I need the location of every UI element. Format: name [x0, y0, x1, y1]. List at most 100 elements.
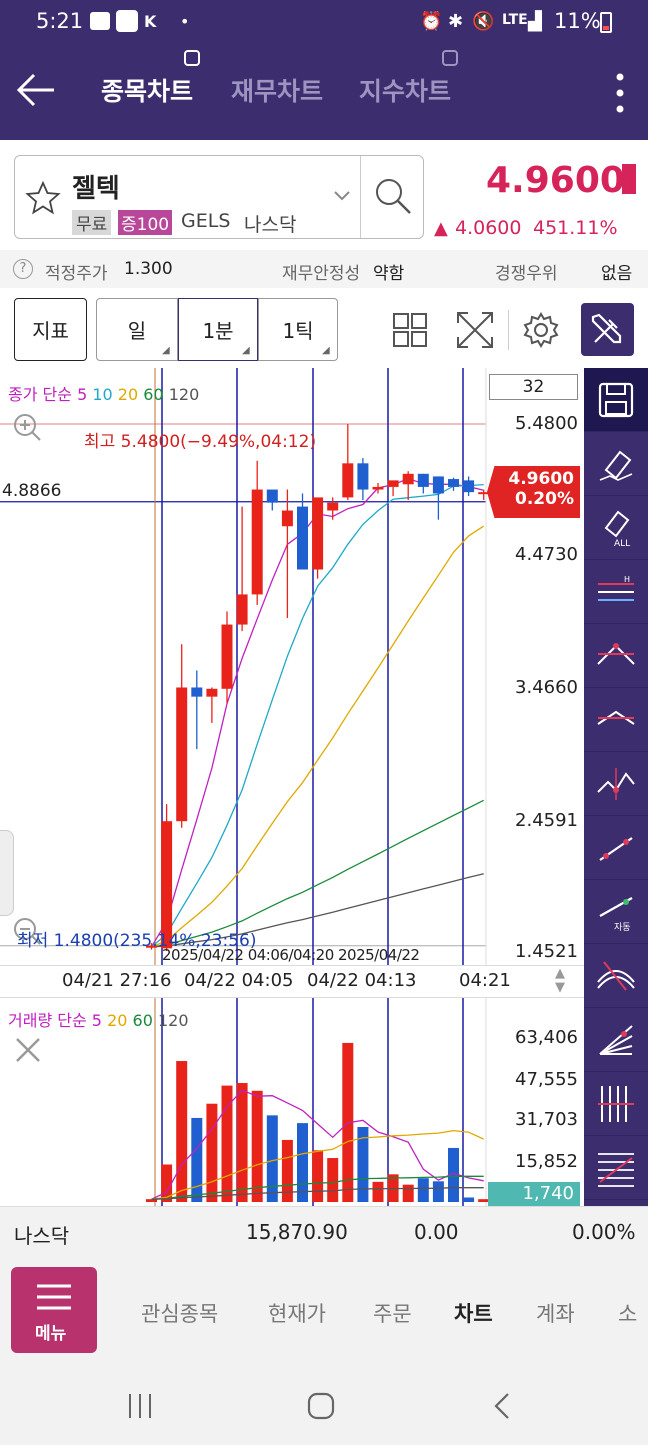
- eraser-button[interactable]: [584, 432, 648, 496]
- vol-ma20-label: 20: [107, 1011, 128, 1030]
- nav-order[interactable]: 주문: [373, 1298, 412, 1328]
- candle-body: [357, 463, 369, 490]
- fair-price-value: 1.300: [124, 259, 173, 279]
- help-icon[interactable]: ?: [13, 259, 33, 279]
- volume-legend: 거래량 단순 5 20 60 120: [8, 1007, 189, 1031]
- search-icon[interactable]: [373, 176, 413, 216]
- ma-legend: 종가 단순 5 10 20 60 120: [8, 381, 199, 405]
- svg-text:ALL: ALL: [614, 539, 630, 548]
- horizontal-lines-button[interactable]: [584, 1136, 648, 1200]
- nav-account[interactable]: 계좌: [536, 1298, 575, 1328]
- price-bar-marker: [622, 164, 636, 194]
- vol-ma120-label: 120: [157, 1011, 189, 1030]
- candle-body: [432, 476, 444, 494]
- back-icon[interactable]: [492, 1392, 512, 1420]
- trendline-button[interactable]: [584, 816, 648, 880]
- x-axis: 04/21 27:16 04/22 04:05 04/22 04:13 04:2…: [0, 965, 584, 998]
- auto-trendline-button[interactable]: 자동: [584, 880, 648, 944]
- ma5-label: 5: [77, 385, 88, 404]
- tab-stock-chart[interactable]: 종목차트: [101, 72, 193, 108]
- volume-bar: [191, 1117, 203, 1202]
- current-price-pct: 0.20%: [515, 489, 574, 509]
- index-strip[interactable]: 나스닥 15,870.90 0.00 0.00%: [0, 1206, 648, 1258]
- candle-body: [221, 624, 233, 689]
- tab-financial-chart[interactable]: 재무차트: [231, 72, 323, 108]
- tab-index-chart[interactable]: 지수차트: [359, 72, 451, 108]
- candle-body: [312, 497, 324, 570]
- candle-body: [387, 480, 399, 487]
- more-menu-icon[interactable]: [612, 72, 628, 114]
- svg-text:자동: 자동: [614, 922, 631, 932]
- chart-area[interactable]: 종가 단순 5 10 20 60 120 32 최고 5.4800(−9.49%…: [0, 368, 584, 1206]
- fan-line-button[interactable]: [584, 1008, 648, 1072]
- volume-tick: 47,555: [515, 1069, 578, 1090]
- candle-count-box[interactable]: 32: [489, 374, 578, 400]
- current-price-marker: 4.9600 0.20%: [487, 466, 580, 518]
- back-arrow-icon[interactable]: [16, 72, 56, 108]
- status-bar: 5:21 K • ⏰ ✱ 🔇 LTE ▟ 11%: [0, 0, 648, 44]
- settings-gear-icon[interactable]: [522, 311, 560, 349]
- y-tick: 3.4660: [515, 677, 578, 698]
- zigzag-line-button[interactable]: [584, 752, 648, 816]
- nav-chart[interactable]: 차트: [454, 1298, 493, 1328]
- nav-current-price[interactable]: 현재가: [268, 1298, 326, 1328]
- side-drawer-handle[interactable]: [0, 830, 14, 916]
- vol-ma60-label: 60: [132, 1011, 153, 1030]
- close-volume-icon[interactable]: [14, 1036, 42, 1064]
- nav-watchlist[interactable]: 관심종목: [141, 1298, 218, 1328]
- home-icon[interactable]: [306, 1391, 336, 1421]
- volume-tick: 15,852: [515, 1151, 578, 1172]
- volume-bar: [312, 1150, 324, 1202]
- signal-icon: ▟: [528, 11, 542, 32]
- volume-tick: 31,703: [515, 1109, 578, 1130]
- app-notification-icon: K: [144, 12, 157, 31]
- bottom-navigation: 메뉴 관심종목 현재가 주문 차트 계좌 소: [0, 1258, 648, 1364]
- trendline-icon: [599, 836, 633, 861]
- horizontal-lines-icon: [598, 1152, 634, 1187]
- alarm-icon: ⏰: [420, 11, 443, 32]
- volume-bar: [297, 1123, 308, 1202]
- ma-legend-prefix: 종가 단순: [8, 385, 72, 404]
- free-badge: 무료: [72, 210, 112, 235]
- erase-all-button[interactable]: ALL: [584, 496, 648, 560]
- vertical-lines-button[interactable]: [584, 1072, 648, 1136]
- stock-name: 젤텍: [72, 174, 120, 204]
- network-type: LTE: [502, 12, 528, 28]
- stock-selector[interactable]: 젤텍 무료 증100 GELS 나스닥: [14, 155, 424, 239]
- x-tick: 04/22 04:13: [307, 970, 417, 991]
- ma20-label: 20: [117, 385, 139, 404]
- ma120-label: 120: [168, 385, 200, 404]
- indicator-button[interactable]: 지표: [14, 298, 87, 361]
- candle-body: [417, 473, 429, 487]
- nav-more[interactable]: 소: [618, 1298, 637, 1328]
- more-notifications-dot-icon: •: [180, 12, 190, 31]
- ma60-line: [151, 799, 484, 948]
- volume-tick: 63,406: [515, 1027, 578, 1048]
- favorite-star-icon[interactable]: [25, 180, 61, 216]
- chevron-down-icon[interactable]: [333, 190, 351, 202]
- hcl-line-button[interactable]: H: [584, 560, 648, 624]
- zoom-in-icon[interactable]: [12, 412, 42, 442]
- arc-line-button[interactable]: [584, 944, 648, 1008]
- layout-grid-icon[interactable]: [392, 312, 428, 348]
- fullscreen-icon[interactable]: [456, 311, 494, 349]
- axis-scroll-icon[interactable]: ▲ ▼: [555, 967, 565, 995]
- current-price: 4.9600: [486, 160, 625, 201]
- recent-apps-icon[interactable]: [126, 1392, 154, 1420]
- margin-badge: 증100: [118, 210, 173, 235]
- menu-button[interactable]: 메뉴: [11, 1267, 97, 1353]
- volume-bar: [463, 1197, 475, 1202]
- candle-body: [372, 486, 384, 490]
- index-change: 0.00: [414, 1220, 459, 1244]
- peak-line-button[interactable]: [584, 624, 648, 688]
- drawing-tools-button[interactable]: [581, 303, 634, 356]
- trough-line-icon: [597, 710, 635, 725]
- status-time: 5:21: [36, 9, 84, 33]
- competition-label: 경쟁우위: [495, 264, 558, 284]
- hcl-line-icon: H: [598, 575, 634, 601]
- volume-bar: [266, 1115, 278, 1202]
- save-drawing-button[interactable]: [584, 368, 648, 432]
- trough-line-button[interactable]: [584, 688, 648, 752]
- erase-all-icon: ALL: [604, 510, 630, 548]
- candle-body: [463, 480, 475, 493]
